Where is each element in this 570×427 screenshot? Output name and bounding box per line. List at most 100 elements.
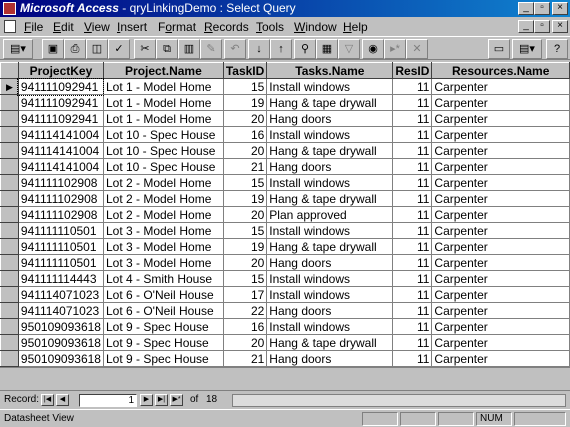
task-id-cell[interactable]: 21 <box>222 158 268 175</box>
project-key-cell[interactable]: 941111114443 <box>17 270 104 287</box>
record-selector[interactable] <box>0 126 19 143</box>
project-key-cell[interactable]: 941111102908 <box>17 190 104 207</box>
table-row[interactable]: 941111092941 Lot 1 - Model Home 20 Hang doo… <box>0 110 570 127</box>
paste-icon[interactable]: ▥ <box>178 39 200 59</box>
print-preview-icon[interactable]: ◫ <box>86 39 108 59</box>
table-row[interactable]: 950109093618 Lot 9 - Spec House 16 Install … <box>0 318 570 335</box>
project-name-cell[interactable]: Lot 6 - O'Neil House <box>102 286 224 303</box>
table-row[interactable]: 941111102908 Lot 2 - Model Home 19 Hang & t… <box>0 190 570 207</box>
task-id-cell[interactable]: 15 <box>222 174 268 191</box>
minimize-button[interactable]: _ <box>518 2 534 15</box>
new-object-icon[interactable]: ▤▾ <box>512 39 542 59</box>
table-row[interactable]: 950109093618 Lot 9 - Spec House 21 Hang doo… <box>0 350 570 367</box>
task-id-cell[interactable]: 20 <box>222 110 268 127</box>
menu-format[interactable]: Format <box>158 20 196 34</box>
resource-name-cell[interactable]: Carpenter <box>431 158 570 175</box>
task-name-cell[interactable]: Install windows <box>266 286 394 303</box>
table-row[interactable]: 941111110501 Lot 3 - Model Home 15 Install … <box>0 222 570 239</box>
first-record-icon[interactable]: |◀ <box>41 394 54 406</box>
task-id-cell[interactable]: 20 <box>222 334 268 351</box>
project-name-cell[interactable]: Lot 3 - Model Home <box>102 238 224 255</box>
project-name-cell[interactable]: Lot 2 - Model Home <box>102 190 224 207</box>
task-id-cell[interactable]: 16 <box>222 318 268 335</box>
new-record-nav-icon[interactable]: ▶* <box>170 394 183 406</box>
project-name-cell[interactable]: Lot 3 - Model Home <box>102 254 224 271</box>
table-row[interactable]: 941114071023 Lot 6 - O'Neil House 22 Hang d… <box>0 302 570 319</box>
project-key-cell[interactable]: 941114071023 <box>17 286 104 303</box>
record-selector[interactable] <box>0 238 19 255</box>
cut-icon[interactable]: ✂ <box>134 39 156 59</box>
resource-name-cell[interactable]: Carpenter <box>431 270 570 287</box>
task-name-cell[interactable]: Hang doors <box>266 302 394 319</box>
record-selector[interactable] <box>0 350 19 367</box>
table-row[interactable]: 941114141004 Lot 10 - Spec House 20 Hang & … <box>0 142 570 159</box>
project-name-cell[interactable]: Lot 9 - Spec House <box>102 334 224 351</box>
project-name-cell[interactable]: Lot 1 - Model Home <box>102 110 224 127</box>
project-key-cell[interactable]: 941111092941 <box>17 77 105 96</box>
project-name-cell[interactable]: Lot 2 - Model Home <box>102 206 224 223</box>
table-row[interactable]: 941111114443 Lot 4 - Smith House 15 Install… <box>0 270 570 287</box>
res-id-cell[interactable]: 11 <box>392 78 433 95</box>
res-id-cell[interactable]: 11 <box>392 302 433 319</box>
new-record-icon[interactable]: ▸* <box>384 39 406 59</box>
task-name-cell[interactable]: Hang doors <box>266 254 394 271</box>
resource-name-cell[interactable]: Carpenter <box>431 94 570 111</box>
task-id-cell[interactable]: 20 <box>222 254 268 271</box>
maximize-button[interactable]: ▫ <box>534 2 550 15</box>
undo-icon[interactable]: ↶ <box>224 39 246 59</box>
task-id-cell[interactable]: 22 <box>222 302 268 319</box>
task-id-cell[interactable]: 15 <box>222 78 268 95</box>
task-id-cell[interactable]: 15 <box>222 270 268 287</box>
resource-name-cell[interactable]: Carpenter <box>431 190 570 207</box>
project-name-cell[interactable]: Lot 3 - Model Home <box>102 222 224 239</box>
table-row[interactable]: 950109093618 Lot 9 - Spec House 20 Hang & t… <box>0 334 570 351</box>
filter-by-selection-icon[interactable]: ⚲ <box>294 39 316 59</box>
res-id-cell[interactable]: 11 <box>392 318 433 335</box>
record-selector[interactable] <box>0 318 19 335</box>
resource-name-cell[interactable]: Carpenter <box>431 110 570 127</box>
table-row[interactable]: ▶ 941111092941 Lot 1 - Model Home 15 Install… <box>0 77 570 96</box>
task-name-cell[interactable]: Hang & tape drywall <box>266 190 394 207</box>
copy-icon[interactable]: ⧉ <box>156 39 178 59</box>
task-id-cell[interactable]: 19 <box>222 190 268 207</box>
sort-ascending-icon[interactable]: ↓ <box>248 39 270 59</box>
view-icon[interactable]: ▤▾ <box>3 39 33 59</box>
res-id-cell[interactable]: 11 <box>392 286 433 303</box>
resource-name-cell[interactable]: Carpenter <box>431 174 570 191</box>
project-name-cell[interactable]: Lot 10 - Spec House <box>102 126 224 143</box>
project-key-cell[interactable]: 941114141004 <box>17 126 104 143</box>
task-name-cell[interactable]: Install windows <box>266 174 394 191</box>
find-icon[interactable]: ◉ <box>362 39 384 59</box>
menu-help[interactable]: Help <box>343 20 368 34</box>
project-key-cell[interactable]: 950109093618 <box>17 350 104 367</box>
res-id-cell[interactable]: 11 <box>392 334 433 351</box>
column-header[interactable]: TaskID <box>222 62 268 79</box>
child-minimize-button[interactable]: _ <box>518 20 534 33</box>
record-selector[interactable] <box>0 190 19 207</box>
project-name-cell[interactable]: Lot 1 - Model Home <box>102 78 224 95</box>
column-header[interactable]: Project.Name <box>102 62 224 79</box>
task-name-cell[interactable]: Install windows <box>266 270 394 287</box>
resource-name-cell[interactable]: Carpenter <box>431 126 570 143</box>
table-row[interactable]: 941111110501 Lot 3 - Model Home 20 Hang doo… <box>0 254 570 271</box>
project-name-cell[interactable]: Lot 9 - Spec House <box>102 350 224 367</box>
column-header[interactable]: ResID <box>392 62 433 79</box>
task-name-cell[interactable]: Hang & tape drywall <box>266 94 394 111</box>
resource-name-cell[interactable]: Carpenter <box>431 206 570 223</box>
sort-descending-icon[interactable]: ↑ <box>270 39 292 59</box>
record-selector[interactable] <box>0 302 19 319</box>
record-selector[interactable] <box>0 142 19 159</box>
task-name-cell[interactable]: Hang & tape drywall <box>266 334 394 351</box>
project-name-cell[interactable]: Lot 4 - Smith House <box>102 270 224 287</box>
column-header[interactable]: Resources.Name <box>431 62 570 79</box>
task-id-cell[interactable]: 21 <box>222 350 268 367</box>
project-key-cell[interactable]: 941111102908 <box>17 174 104 191</box>
project-key-cell[interactable]: 941111110501 <box>17 238 104 255</box>
child-close-button[interactable]: × <box>552 20 568 33</box>
resource-name-cell[interactable]: Carpenter <box>431 350 570 367</box>
record-selector[interactable] <box>0 270 19 287</box>
project-key-cell[interactable]: 941114141004 <box>17 158 104 175</box>
project-key-cell[interactable]: 941111092941 <box>17 94 104 111</box>
menu-file[interactable]: File <box>24 20 43 34</box>
task-name-cell[interactable]: Install windows <box>266 318 394 335</box>
